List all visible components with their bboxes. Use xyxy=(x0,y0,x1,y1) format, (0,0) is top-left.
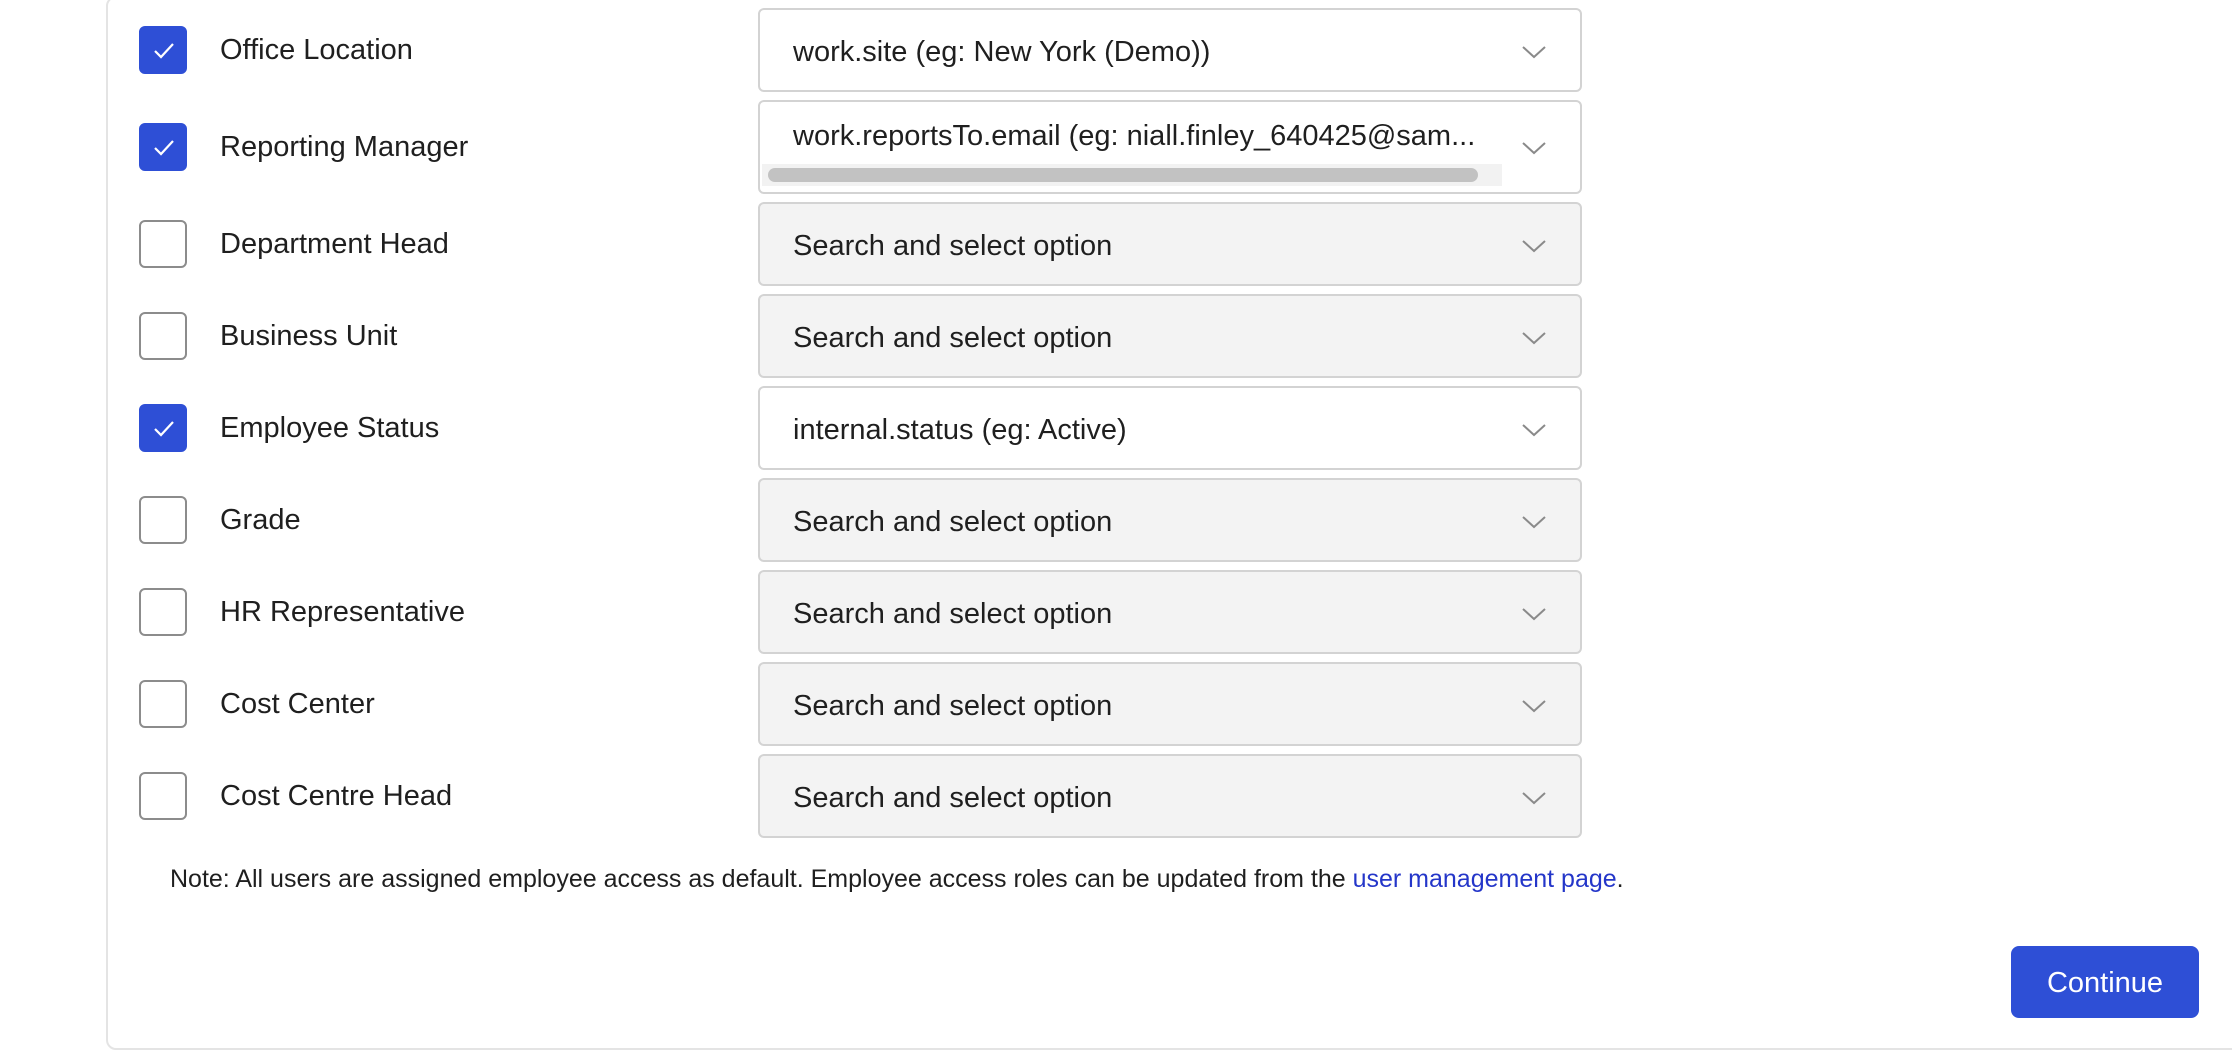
chevron-down-icon xyxy=(1522,608,1546,621)
employee-status-select-value: internal.status (eg: Active) xyxy=(793,414,1127,446)
hr-representative-label: HR Representative xyxy=(220,596,465,628)
access-note-suffix: . xyxy=(1616,865,1624,893)
business-unit-checkbox[interactable] xyxy=(139,312,187,360)
cost-centre-head-select[interactable]: Search and select option xyxy=(758,754,1582,838)
cost-center-select[interactable]: Search and select option xyxy=(758,662,1582,746)
cost-centre-head-checkbox[interactable] xyxy=(139,772,187,820)
cost-center-label: Cost Center xyxy=(220,688,375,720)
department-head-checkbox[interactable] xyxy=(139,220,187,268)
cost-center-checkbox[interactable] xyxy=(139,680,187,728)
chevron-down-icon xyxy=(1522,332,1546,345)
reporting-manager-label: Reporting Manager xyxy=(220,131,469,163)
check-icon xyxy=(154,140,174,156)
reporting-manager-select-value: work.reportsTo.email (eg: niall.finley_6… xyxy=(793,120,1476,152)
business-unit-select[interactable]: Search and select option xyxy=(758,294,1582,378)
cost-centre-head-label: Cost Centre Head xyxy=(220,780,453,812)
check-icon xyxy=(154,421,174,437)
employee-status-label: Employee Status xyxy=(220,412,440,444)
reporting-manager-select[interactable]: work.reportsTo.email (eg: niall.finley_6… xyxy=(758,100,1582,194)
continue-button[interactable]: Continue xyxy=(2011,946,2199,1018)
office-location-checkbox[interactable] xyxy=(139,26,187,74)
office-location-select-value: work.site (eg: New York (Demo)) xyxy=(793,36,1211,68)
user-management-link[interactable]: user management page xyxy=(1353,865,1617,893)
cost-center-select-placeholder: Search and select option xyxy=(793,690,1113,722)
chevron-down-icon xyxy=(1522,240,1546,253)
chevron-down-icon xyxy=(1522,516,1546,529)
office-location-select[interactable]: work.site (eg: New York (Demo)) xyxy=(758,8,1582,92)
scrollbar-thumb[interactable] xyxy=(768,168,1478,182)
chevron-down-icon xyxy=(1522,142,1546,155)
department-head-label: Department Head xyxy=(220,228,449,260)
access-note-text: Note: All users are assigned employee ac… xyxy=(170,865,1353,893)
chevron-down-icon xyxy=(1522,792,1546,805)
grade-select[interactable]: Search and select option xyxy=(758,478,1582,562)
reporting-manager-checkbox[interactable] xyxy=(139,123,187,171)
cost-centre-head-select-placeholder: Search and select option xyxy=(793,782,1113,814)
hr-representative-select[interactable]: Search and select option xyxy=(758,570,1582,654)
employee-status-checkbox[interactable] xyxy=(139,404,187,452)
grade-label: Grade xyxy=(220,504,301,536)
grade-select-placeholder: Search and select option xyxy=(793,506,1113,538)
hr-representative-checkbox[interactable] xyxy=(139,588,187,636)
chevron-down-icon xyxy=(1522,46,1546,59)
department-head-select[interactable]: Search and select option xyxy=(758,202,1582,286)
check-icon xyxy=(154,43,174,59)
hr-representative-select-placeholder: Search and select option xyxy=(793,598,1113,630)
grade-checkbox[interactable] xyxy=(139,496,187,544)
business-unit-select-placeholder: Search and select option xyxy=(793,322,1113,354)
office-location-label: Office Location xyxy=(220,34,413,66)
access-note: Note: All users are assigned employee ac… xyxy=(170,864,1624,894)
employee-status-select[interactable]: internal.status (eg: Active) xyxy=(758,386,1582,470)
chevron-down-icon xyxy=(1522,424,1546,437)
chevron-down-icon xyxy=(1522,700,1546,713)
business-unit-label: Business Unit xyxy=(220,320,398,352)
department-head-select-placeholder: Search and select option xyxy=(793,230,1113,262)
horizontal-scrollbar[interactable] xyxy=(762,164,1502,186)
